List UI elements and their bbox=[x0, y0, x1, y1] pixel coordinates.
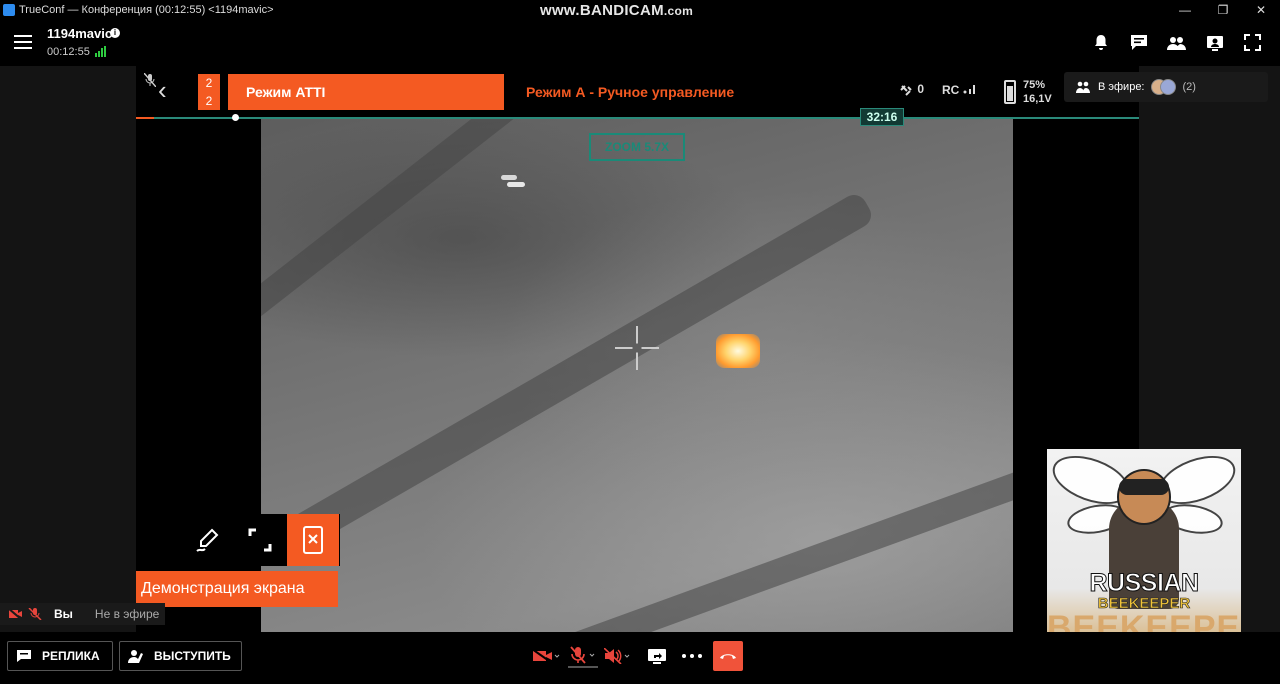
on-air-label: В эфире: bbox=[1098, 81, 1145, 93]
control-mode-text: Режим А - Ручное управление bbox=[526, 84, 735, 100]
restore-button[interactable]: ❐ bbox=[1204, 0, 1242, 20]
conference-stage: ZOOM 5.7X ‹ 2 2 Режим ATTI Режим А - Руч… bbox=[0, 66, 1280, 648]
back-chevron-icon[interactable]: ‹ bbox=[158, 77, 167, 103]
replika-label: РЕПЛИКА bbox=[42, 649, 100, 663]
chat-icon[interactable] bbox=[1129, 33, 1148, 52]
battery-percent: 75% bbox=[1023, 79, 1046, 91]
drone-hud-bar: ‹ 2 2 Режим ATTI Режим А - Ручное управл… bbox=[136, 66, 1139, 126]
signal-strength-icon bbox=[95, 46, 106, 57]
avatar bbox=[1159, 79, 1176, 95]
info-icon[interactable]: i bbox=[110, 28, 120, 38]
annotate-pen-icon[interactable] bbox=[194, 526, 222, 554]
ground-track bbox=[556, 467, 1013, 632]
bandicam-watermark: www.BANDICAM.com bbox=[540, 2, 693, 19]
window-title: TrueConf — Конференция (00:12:55) <1194m… bbox=[19, 4, 274, 16]
crosshair-icon bbox=[615, 326, 659, 370]
ground-track bbox=[261, 118, 639, 342]
replika-button[interactable]: РЕПЛИКА bbox=[7, 641, 113, 671]
hang-up-icon bbox=[720, 654, 736, 659]
share-screen-button[interactable] bbox=[645, 644, 669, 668]
on-air-panel[interactable]: В эфире: (2) bbox=[1064, 72, 1268, 102]
progress-knob[interactable] bbox=[232, 114, 239, 121]
window-titlebar: TrueConf — Конференция (00:12:55) <1194m… bbox=[0, 0, 1280, 20]
drone-camera-feed bbox=[261, 118, 1013, 632]
logo-head bbox=[1117, 469, 1171, 525]
counter-top: 2 bbox=[205, 76, 213, 90]
camera-off-icon bbox=[532, 648, 560, 664]
share-screen-icon bbox=[648, 648, 666, 664]
conference-toolbar: РЕПЛИКА ВЫСТУПИТЬ bbox=[0, 632, 1280, 684]
resize-corner-icon[interactable] bbox=[248, 528, 272, 552]
microphone-toggle[interactable] bbox=[568, 644, 598, 668]
conference-name: 1194mavic bbox=[47, 26, 113, 41]
more-options-icon[interactable] bbox=[680, 644, 704, 668]
video-progress-bar[interactable] bbox=[136, 114, 1139, 121]
battery-voltage: 16,1V bbox=[1023, 93, 1052, 105]
flight-time: 32:16 bbox=[860, 108, 904, 126]
stop-share-button[interactable] bbox=[287, 514, 339, 566]
window-controls: — ❐ ✕ bbox=[1166, 0, 1280, 20]
mic-off-icon bbox=[143, 72, 157, 88]
flight-mode-banner: Режим ATTI bbox=[228, 74, 504, 110]
self-name: Вы bbox=[54, 607, 73, 621]
mic-off-icon bbox=[570, 646, 595, 664]
battery-readout: 75% 16,1V bbox=[1023, 78, 1052, 106]
conference-timer: 00:12:55 bbox=[47, 46, 90, 58]
stop-share-icon bbox=[303, 526, 323, 554]
on-air-count: (2) bbox=[1182, 81, 1196, 93]
participants-icon bbox=[1076, 81, 1090, 93]
battery-icon bbox=[1004, 80, 1016, 104]
minimize-button[interactable]: — bbox=[1166, 0, 1204, 20]
rc-signal: RC bbox=[942, 83, 977, 97]
watermark-suffix: .com bbox=[663, 4, 694, 18]
zoom-indicator: ZOOM 5.7X bbox=[589, 133, 685, 161]
distant-light bbox=[501, 175, 517, 180]
watermark-main: www.BANDICAM bbox=[540, 2, 664, 19]
warning-counter-badge: 2 2 bbox=[198, 74, 220, 110]
header-actions bbox=[1091, 33, 1262, 52]
end-call-button[interactable] bbox=[713, 641, 743, 671]
rc-label: RC bbox=[942, 83, 960, 97]
satellite-count: 0 bbox=[917, 82, 925, 96]
notifications-bell-icon[interactable] bbox=[1091, 33, 1110, 52]
satellite-status: 0 bbox=[900, 82, 924, 96]
explosion-flash bbox=[716, 334, 760, 368]
counter-bottom: 2 bbox=[205, 94, 213, 108]
speak-button[interactable]: ВЫСТУПИТЬ bbox=[119, 641, 242, 671]
close-button[interactable]: ✕ bbox=[1242, 0, 1280, 20]
logo-goggles bbox=[1119, 479, 1169, 495]
speaker-off-icon bbox=[604, 648, 630, 664]
distant-light bbox=[507, 182, 525, 187]
fullscreen-icon[interactable] bbox=[1243, 33, 1262, 52]
trueconf-logo-icon bbox=[3, 4, 15, 16]
participants-icon[interactable] bbox=[1167, 33, 1186, 52]
chat-bubble-icon bbox=[17, 650, 31, 662]
screen-share-label: Демонстрация экрана bbox=[136, 571, 338, 607]
content-share-icon[interactable] bbox=[1205, 33, 1224, 52]
conference-header: 1194mavic i 00:12:55 bbox=[0, 20, 1280, 66]
participant-video-thumbnail[interactable]: RUSSIAN BEEKEEPER BEEKEEPER bbox=[1047, 449, 1241, 648]
raise-hand-icon bbox=[128, 650, 143, 663]
camera-off-icon bbox=[8, 608, 22, 620]
on-air-avatars bbox=[1150, 79, 1177, 95]
speak-label: ВЫСТУПИТЬ bbox=[154, 649, 231, 663]
ground-track bbox=[261, 190, 876, 570]
menu-icon[interactable] bbox=[14, 35, 32, 49]
self-status: Не в эфире bbox=[94, 607, 160, 621]
self-participant-row: Вы Не в эфире bbox=[0, 603, 165, 625]
trueconf-window: TrueConf — Конференция (00:12:55) <1194m… bbox=[0, 0, 1280, 684]
logo-text-russian: RUSSIAN bbox=[1089, 569, 1200, 598]
speaker-toggle[interactable] bbox=[603, 644, 633, 668]
screen-share-toolbar bbox=[136, 514, 340, 566]
camera-toggle[interactable] bbox=[531, 644, 561, 668]
mic-off-icon bbox=[28, 608, 42, 620]
